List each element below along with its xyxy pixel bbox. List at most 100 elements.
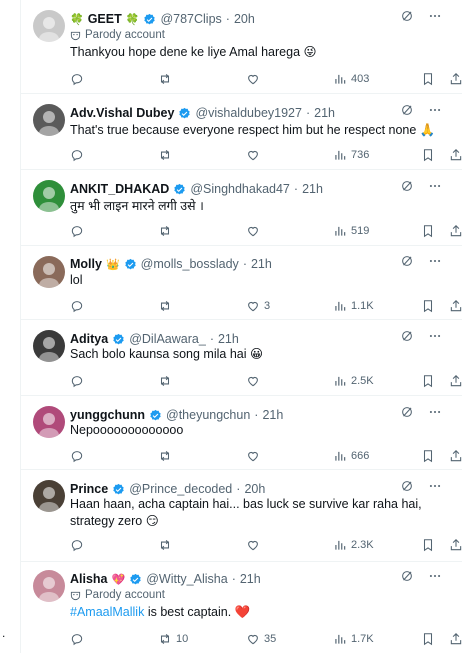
user-handle[interactable]: @Singhdhakad47 (190, 182, 290, 196)
views-button[interactable]: 2.3K (333, 536, 374, 554)
user-handle[interactable]: @vishaldubey1927 (195, 106, 302, 120)
avatar[interactable] (33, 256, 65, 288)
share-button[interactable] (449, 70, 462, 88)
user-handle[interactable]: @787Clips (160, 12, 221, 26)
reply-button[interactable] (70, 630, 88, 648)
grok-button[interactable] (400, 9, 414, 26)
reply-tweet[interactable]: Adv.Vishal Dubey @vishaldubey1927 · 21h That… (21, 94, 462, 170)
display-name[interactable]: Aditya (70, 332, 108, 346)
more-options-button[interactable] (428, 405, 442, 422)
reply-tweet[interactable]: Molly 👑 @molls_bosslady · 21h lol 3 1.1K (21, 246, 462, 320)
retweet-button[interactable] (158, 222, 176, 240)
user-handle[interactable]: @Prince_decoded (129, 482, 232, 496)
timestamp[interactable]: 21h (314, 106, 335, 120)
views-button[interactable]: 519 (333, 222, 369, 240)
avatar[interactable] (33, 570, 65, 602)
avatar[interactable] (33, 10, 65, 42)
timestamp[interactable]: 20h (244, 482, 265, 496)
like-button[interactable] (246, 536, 264, 554)
avatar[interactable] (33, 406, 65, 438)
grok-button[interactable] (400, 179, 414, 196)
timestamp[interactable]: 21h (251, 257, 272, 271)
reply-button[interactable] (70, 146, 88, 164)
avatar[interactable] (33, 104, 65, 136)
timestamp[interactable]: 21h (218, 332, 239, 346)
reply-tweet[interactable]: Aditya @DilAawara_ · 21h Sach bolo kaunsa so… (21, 320, 462, 396)
retweet-button[interactable] (158, 372, 176, 390)
more-options-button[interactable] (428, 9, 442, 26)
views-button[interactable]: 1.7K (333, 630, 374, 648)
grok-button[interactable] (400, 329, 414, 346)
like-button[interactable]: 35 (246, 630, 276, 648)
avatar[interactable] (33, 180, 65, 212)
views-button[interactable]: 403 (333, 70, 369, 88)
reply-tweet[interactable]: Prince @Prince_decoded · 20h Haan haan, acha… (21, 470, 462, 562)
bookmark-button[interactable] (421, 222, 435, 240)
reply-tweet[interactable]: ANKIT_DHAKAD @Singhdhakad47 · 21h तुम भी लाइ… (21, 170, 462, 246)
display-name[interactable]: Molly (70, 257, 102, 271)
retweet-button[interactable] (158, 146, 176, 164)
share-button[interactable] (449, 536, 462, 554)
like-button[interactable] (246, 222, 264, 240)
display-name[interactable]: Adv.Vishal Dubey (70, 106, 174, 120)
timestamp[interactable]: 21h (302, 182, 323, 196)
reply-button[interactable] (70, 297, 88, 315)
avatar[interactable] (33, 480, 65, 512)
display-name[interactable]: ANKIT_DHAKAD (70, 182, 169, 196)
share-button[interactable] (449, 372, 462, 390)
share-button[interactable] (449, 630, 462, 648)
views-button[interactable]: 2.5K (333, 372, 374, 390)
more-options-button[interactable] (428, 479, 442, 496)
more-options-button[interactable] (428, 254, 442, 271)
user-handle[interactable]: @DilAawara_ (129, 332, 206, 346)
grok-button[interactable] (400, 405, 414, 422)
retweet-button[interactable] (158, 297, 176, 315)
grok-button[interactable] (400, 479, 414, 496)
share-button[interactable] (449, 146, 462, 164)
more-options-button[interactable] (428, 179, 442, 196)
grok-button[interactable] (400, 569, 414, 586)
display-name[interactable]: Alisha (70, 572, 108, 586)
hashtag-link[interactable]: #AmaalMallik (70, 605, 144, 619)
timestamp[interactable]: 21h (262, 408, 283, 422)
like-button[interactable] (246, 70, 264, 88)
reply-button[interactable] (70, 372, 88, 390)
reply-button[interactable] (70, 222, 88, 240)
display-name[interactable]: GEET (88, 12, 122, 26)
bookmark-button[interactable] (421, 146, 435, 164)
like-button[interactable] (246, 372, 264, 390)
like-button[interactable] (246, 447, 264, 465)
timestamp[interactable]: 21h (240, 572, 261, 586)
retweet-button[interactable] (158, 70, 176, 88)
bookmark-button[interactable] (421, 372, 435, 390)
reply-tweet[interactable]: yunggchunn @theyungchun · 21h Nepooooooooooo… (21, 396, 462, 470)
grok-button[interactable] (400, 254, 414, 271)
bookmark-button[interactable] (421, 447, 435, 465)
reply-button[interactable] (70, 70, 88, 88)
share-button[interactable] (449, 222, 462, 240)
user-handle[interactable]: @theyungchun (166, 408, 250, 422)
timestamp[interactable]: 20h (234, 12, 255, 26)
views-button[interactable]: 736 (333, 146, 369, 164)
share-button[interactable] (449, 297, 462, 315)
bookmark-button[interactable] (421, 297, 435, 315)
user-handle[interactable]: @Witty_Alisha (146, 572, 227, 586)
bookmark-button[interactable] (421, 70, 435, 88)
retweet-button[interactable] (158, 447, 176, 465)
views-button[interactable]: 1.1K (333, 297, 374, 315)
grok-button[interactable] (400, 103, 414, 120)
like-button[interactable] (246, 146, 264, 164)
reply-button[interactable] (70, 536, 88, 554)
more-options-button[interactable] (428, 329, 442, 346)
avatar[interactable] (33, 330, 65, 362)
retweet-button[interactable] (158, 536, 176, 554)
display-name[interactable]: Prince (70, 482, 108, 496)
more-options-button[interactable] (428, 569, 442, 586)
reply-tweet[interactable]: Alisha 💖 @Witty_Alisha · 21h Parody account #A… (21, 562, 462, 653)
more-options-button[interactable] (428, 103, 442, 120)
bookmark-button[interactable] (421, 630, 435, 648)
like-button[interactable]: 3 (246, 297, 270, 315)
bookmark-button[interactable] (421, 536, 435, 554)
retweet-button[interactable]: 10 (158, 630, 188, 648)
share-button[interactable] (449, 447, 462, 465)
